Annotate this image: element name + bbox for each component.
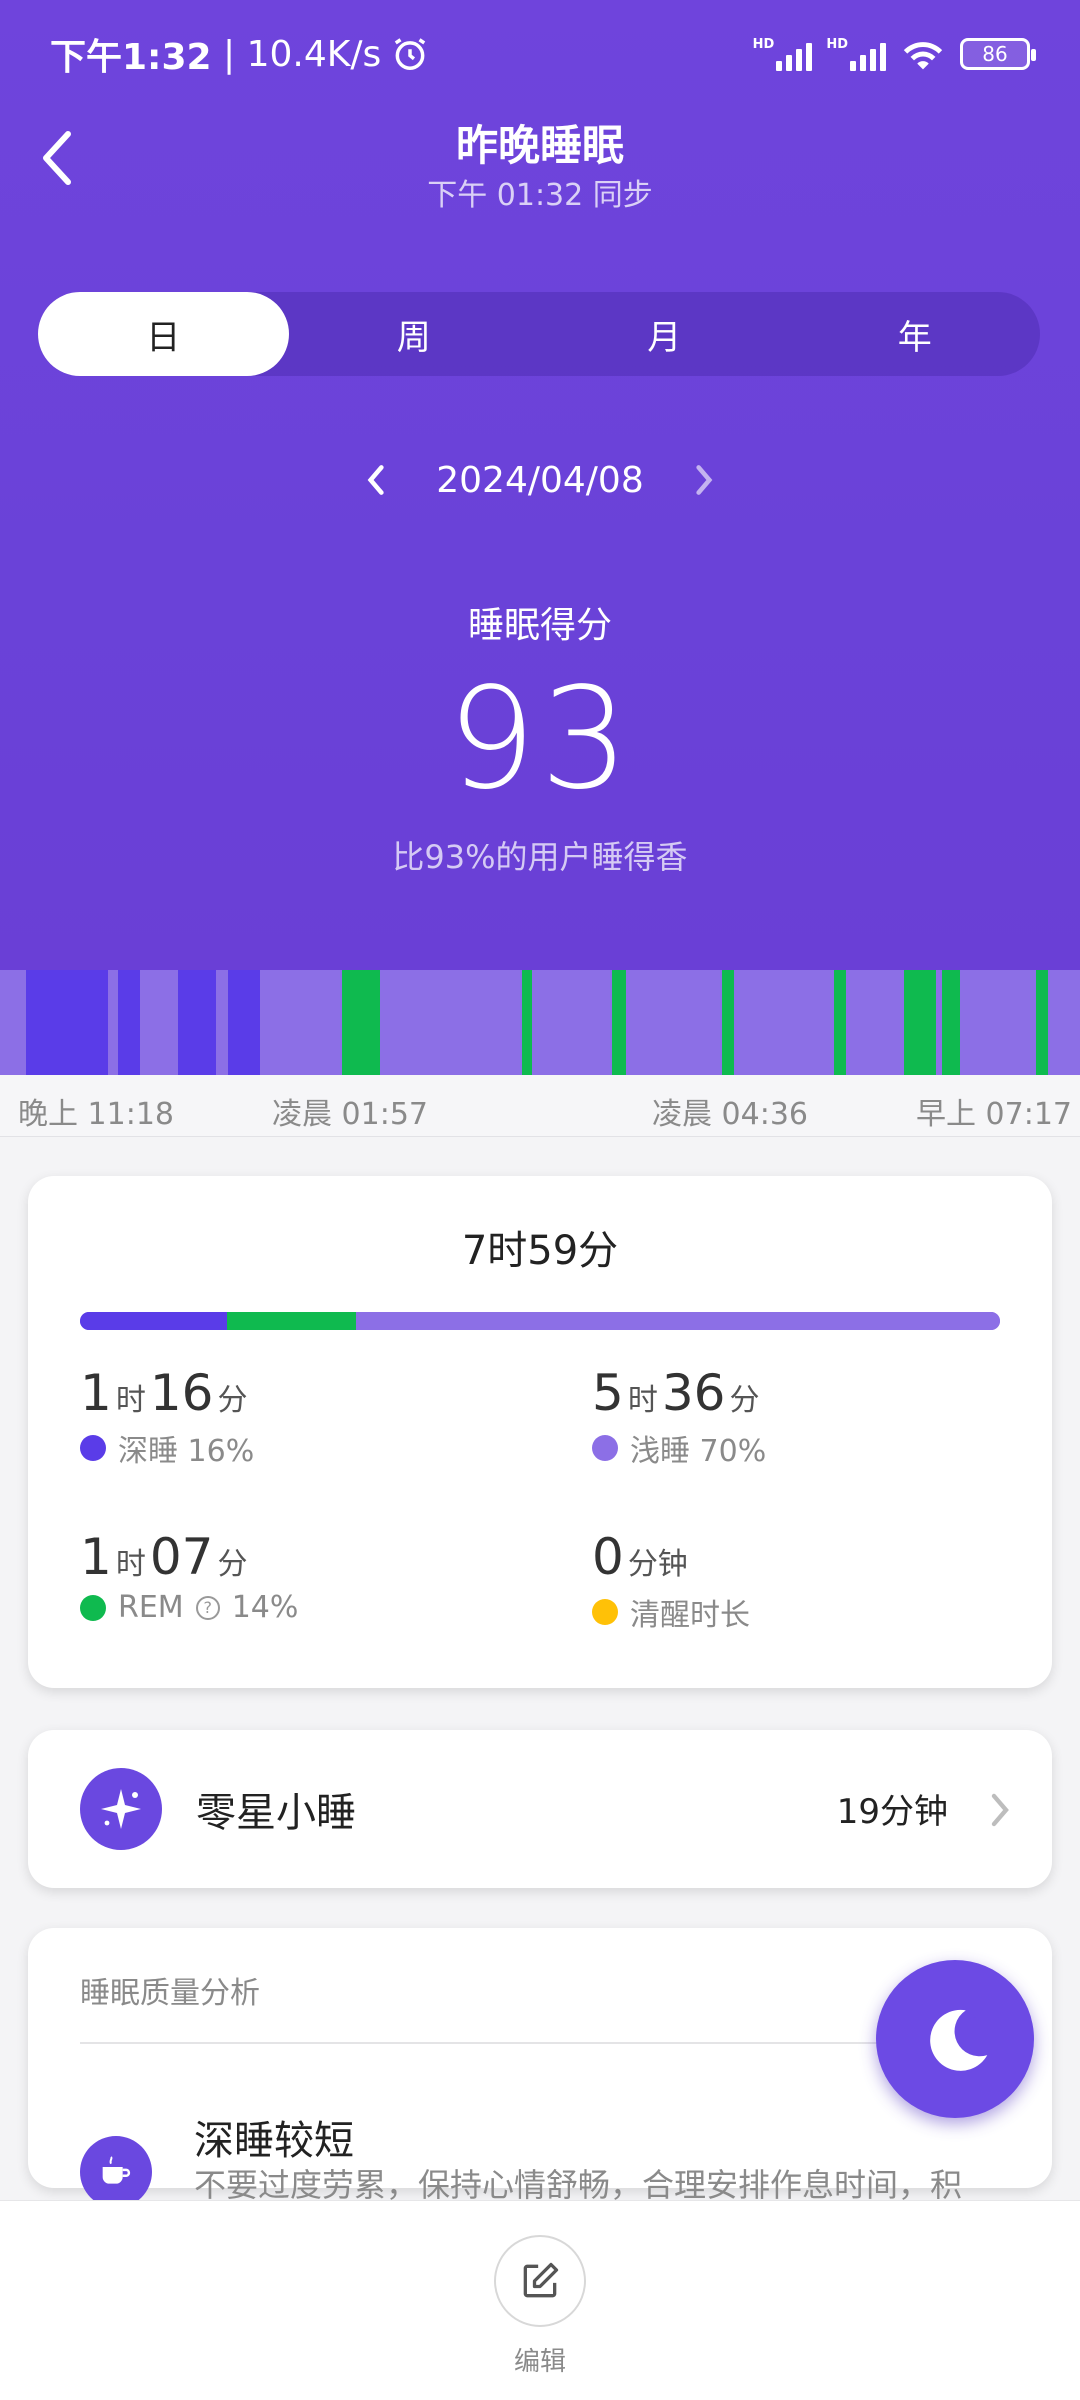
coffee-cup-icon [80, 2136, 152, 2208]
signal-icon: HD [753, 37, 813, 71]
sleep-score-label: 睡眠得分 [467, 605, 612, 646]
stat-light-sleep: 5 时 36 分 浅睡 70% [592, 1364, 767, 1469]
stat-awake: 0 分钟 清醒时长 [592, 1528, 750, 1633]
analysis-item-title: 深睡较短 [194, 2118, 354, 2164]
stage-rem [904, 970, 936, 1075]
light-sleep-dot [592, 1435, 618, 1461]
stage-deep [228, 970, 260, 1075]
status-bar: 下午1:32 | 10.4K/s HD HD 86 [50, 30, 1036, 78]
prev-date-button[interactable] [356, 455, 396, 505]
timeline-axis: 晚上 11:18 凌晨 01:57 凌晨 04:36 早上 07:17 [0, 1075, 1080, 1137]
rem-dot [80, 1594, 106, 1621]
sleep-summary-card: 7时59分 1 时 16 分 深睡 16% 5 时 36 分 浅睡 70% 1 时 07 分 RE… [28, 1176, 1052, 1688]
status-divider: | [211, 33, 247, 75]
bottom-toolbar: 编辑 [0, 2200, 1080, 2400]
total-sleep-duration: 7时59分 [461, 1228, 619, 1274]
network-speed: 10.4K/s [246, 33, 382, 75]
stage-rem [342, 970, 380, 1075]
date-navigator: 2024/04/08 [0, 455, 1080, 505]
sleep-score-value: 93 [446, 658, 634, 821]
chevron-right-icon [988, 1790, 1012, 1830]
stat-deep-sleep: 1 时 16 分 深睡 16% [80, 1364, 255, 1469]
distribution-light [355, 1312, 1000, 1330]
tab-month[interactable]: 月 [539, 292, 790, 376]
sleep-distribution-bar [80, 1312, 1000, 1330]
sleep-stage-timeline [0, 970, 1080, 1075]
axis-label-2: 凌晨 01:57 [272, 1097, 428, 1132]
distribution-rem [227, 1312, 356, 1330]
deep-sleep-dot [80, 1435, 106, 1461]
nap-card[interactable]: 零星小睡 19分钟 [28, 1730, 1052, 1888]
axis-label-end: 早上 07:17 [916, 1097, 1072, 1132]
page-title: 昨晚睡眠 [455, 121, 624, 170]
alarm-icon [391, 35, 429, 73]
signal-icon-2: HD [826, 37, 886, 71]
tab-day[interactable]: 日 [38, 292, 289, 376]
header-panel: 下午1:32 | 10.4K/s HD HD 86 昨晚睡眠 下午 01:32 … [0, 0, 1080, 970]
wifi-icon [900, 36, 946, 72]
stat-rem: 1 时 07 分 REM? 14% [80, 1528, 299, 1625]
sparkle-icon [80, 1768, 162, 1850]
stage-rem [522, 970, 532, 1075]
axis-label-3: 凌晨 04:36 [652, 1097, 808, 1132]
distribution-deep [80, 1312, 228, 1330]
sleep-score-description: 比93%的用户睡得香 [392, 838, 688, 876]
rem-percent: 14% [231, 1590, 299, 1625]
status-time: 下午1:32 [50, 37, 212, 78]
stage-rem [1036, 970, 1048, 1075]
edit-label: 编辑 [513, 2347, 566, 2377]
awake-label: 清醒时长 [630, 1598, 750, 1633]
stage-rem [942, 970, 960, 1075]
tab-week[interactable]: 周 [289, 292, 540, 376]
light-sleep-label: 浅睡 70% [630, 1434, 767, 1469]
axis-label-start: 晚上 11:18 [18, 1097, 174, 1132]
battery-icon: 86 [960, 38, 1036, 70]
nap-duration: 19分钟 [836, 1792, 948, 1832]
stage-rem [722, 970, 734, 1075]
nap-label: 零星小睡 [196, 1790, 356, 1836]
awake-dot [592, 1599, 618, 1625]
stage-deep [26, 970, 108, 1075]
status-icons: HD HD 86 [753, 36, 1036, 72]
stage-deep [178, 970, 216, 1075]
stage-rem [834, 970, 846, 1075]
stage-rem [612, 970, 626, 1075]
rem-label: REM [118, 1590, 184, 1625]
tab-year[interactable]: 年 [790, 292, 1041, 376]
current-date: 2024/04/08 [436, 459, 644, 501]
edit-button[interactable] [494, 2235, 586, 2327]
sleep-music-button[interactable] [876, 1960, 1034, 2118]
sync-time: 下午 01:32 同步 [427, 178, 653, 213]
next-date-button[interactable] [684, 455, 724, 505]
stage-deep [118, 970, 140, 1075]
divider [80, 2042, 1000, 2044]
analysis-title: 睡眠质量分析 [80, 1976, 260, 2011]
help-icon[interactable]: ? [195, 1595, 220, 1620]
period-tabs: 日 周 月 年 [38, 292, 1040, 376]
deep-sleep-label: 深睡 16% [118, 1434, 255, 1469]
